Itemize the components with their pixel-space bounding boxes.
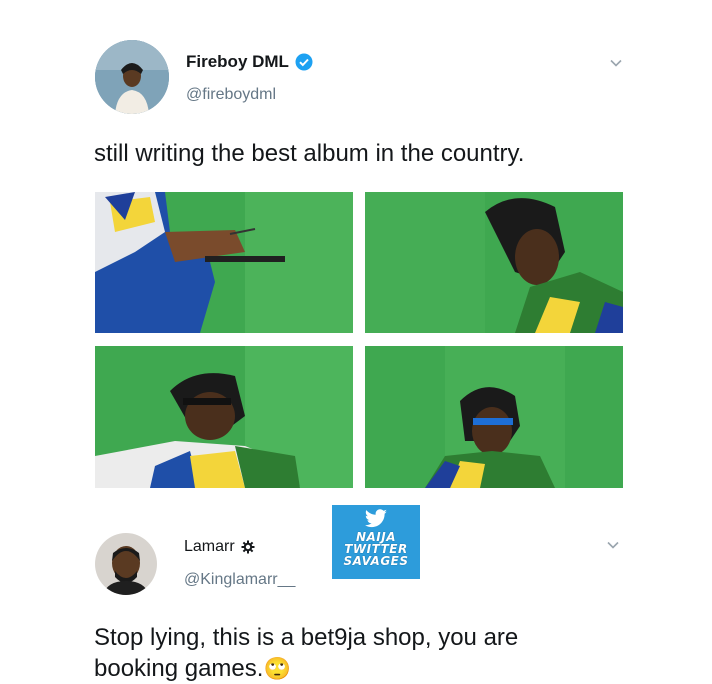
display-name-2[interactable]: Lamarr — [184, 538, 235, 556]
display-name[interactable]: Fireboy DML — [186, 52, 289, 72]
tweet-text-2: Stop lying, this is a bet9ja shop, you a… — [94, 622, 654, 684]
avatar-lamarr-image — [95, 533, 157, 595]
tweet-fireboy: Fireboy DML @fireboydml still writing th… — [0, 0, 712, 500]
avatar-fireboy[interactable] — [95, 40, 169, 114]
chevron-down-icon[interactable] — [609, 56, 623, 70]
verified-badge-icon — [295, 53, 313, 71]
tweet-text: still writing the best album in the coun… — [94, 140, 525, 167]
tweet-text-2-line-1: Stop lying, this is a bet9ja shop, you a… — [94, 624, 519, 651]
handle[interactable]: @fireboydml — [186, 86, 276, 104]
photo-writing-on-tablet[interactable] — [95, 192, 353, 333]
photo-glasses-front[interactable] — [365, 346, 623, 488]
rolling-eyes-emoji-icon: 🙄 — [263, 656, 291, 681]
tweet-lamarr: Lamarr @Kinglamarr__ Stop lying, this is… — [0, 500, 712, 683]
avatar-lamarr[interactable] — [95, 533, 157, 595]
photo-grid — [95, 192, 623, 488]
chevron-down-icon-2[interactable] — [606, 538, 620, 552]
avatar-fireboy-image — [95, 40, 169, 114]
photo-4-image — [365, 346, 623, 488]
author-row-2: Lamarr — [184, 538, 255, 556]
photo-1-image — [95, 192, 353, 333]
tweet-text-2-line-2-text: booking games. — [94, 655, 264, 682]
photo-glasses-turned[interactable] — [95, 346, 353, 488]
photo-2-image — [365, 192, 623, 333]
author-row: Fireboy DML — [186, 52, 313, 72]
photo-3-image — [95, 346, 353, 488]
gear-icon — [241, 540, 255, 554]
photo-looking-down[interactable] — [365, 192, 623, 333]
tweet-text-2-line-2: booking games.🙄 — [94, 653, 654, 684]
handle-2[interactable]: @Kinglamarr__ — [184, 571, 295, 589]
